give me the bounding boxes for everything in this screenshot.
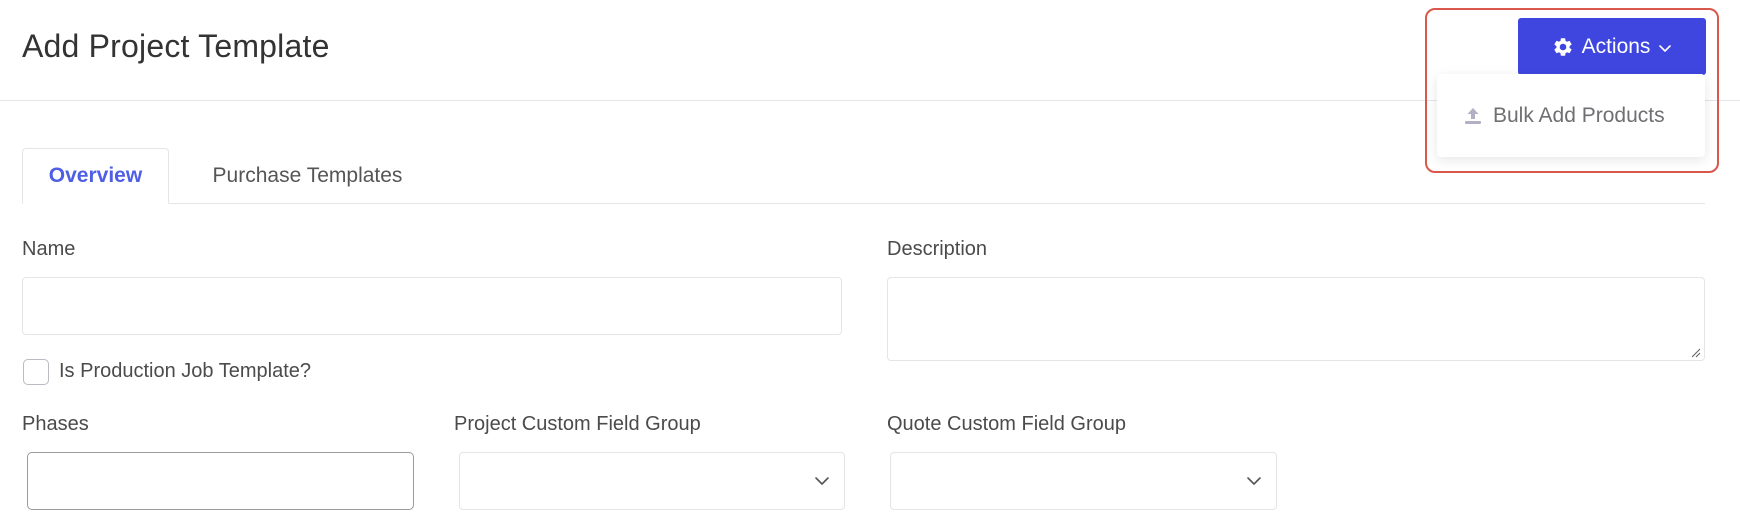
menu-item-bulk-add-products[interactable]: Bulk Add Products bbox=[1462, 104, 1665, 128]
description-textarea[interactable] bbox=[887, 277, 1705, 361]
gear-icon bbox=[1552, 36, 1574, 58]
menu-item-label: Bulk Add Products bbox=[1493, 103, 1665, 127]
tab-purchase-templates[interactable]: Purchase Templates bbox=[180, 148, 435, 204]
phases-input[interactable] bbox=[27, 452, 414, 510]
quote-custom-field-group-label: Quote Custom Field Group bbox=[887, 413, 1126, 435]
page-title: Add Project Template bbox=[22, 28, 330, 64]
actions-dropdown-menu: Bulk Add Products bbox=[1437, 74, 1705, 157]
tab-overview[interactable]: Overview bbox=[22, 148, 169, 204]
production-job-checkbox[interactable] bbox=[23, 359, 49, 385]
chevron-down-icon bbox=[814, 473, 830, 489]
upload-icon bbox=[1462, 105, 1484, 127]
description-label: Description bbox=[887, 238, 988, 260]
actions-button[interactable]: Actions bbox=[1518, 18, 1706, 75]
phases-label: Phases bbox=[22, 413, 89, 435]
chevron-down-icon bbox=[1658, 41, 1672, 55]
production-job-checkbox-label: Is Production Job Template? bbox=[59, 360, 312, 382]
resize-grip-icon[interactable] bbox=[1689, 345, 1701, 358]
actions-button-label: Actions bbox=[1581, 34, 1651, 58]
quote-custom-field-group-select[interactable] bbox=[890, 452, 1277, 510]
chevron-down-icon bbox=[1246, 473, 1262, 489]
name-input[interactable] bbox=[22, 277, 842, 335]
project-custom-field-group-label: Project Custom Field Group bbox=[454, 413, 701, 435]
name-label: Name bbox=[22, 238, 76, 260]
project-custom-field-group-select[interactable] bbox=[459, 452, 845, 510]
